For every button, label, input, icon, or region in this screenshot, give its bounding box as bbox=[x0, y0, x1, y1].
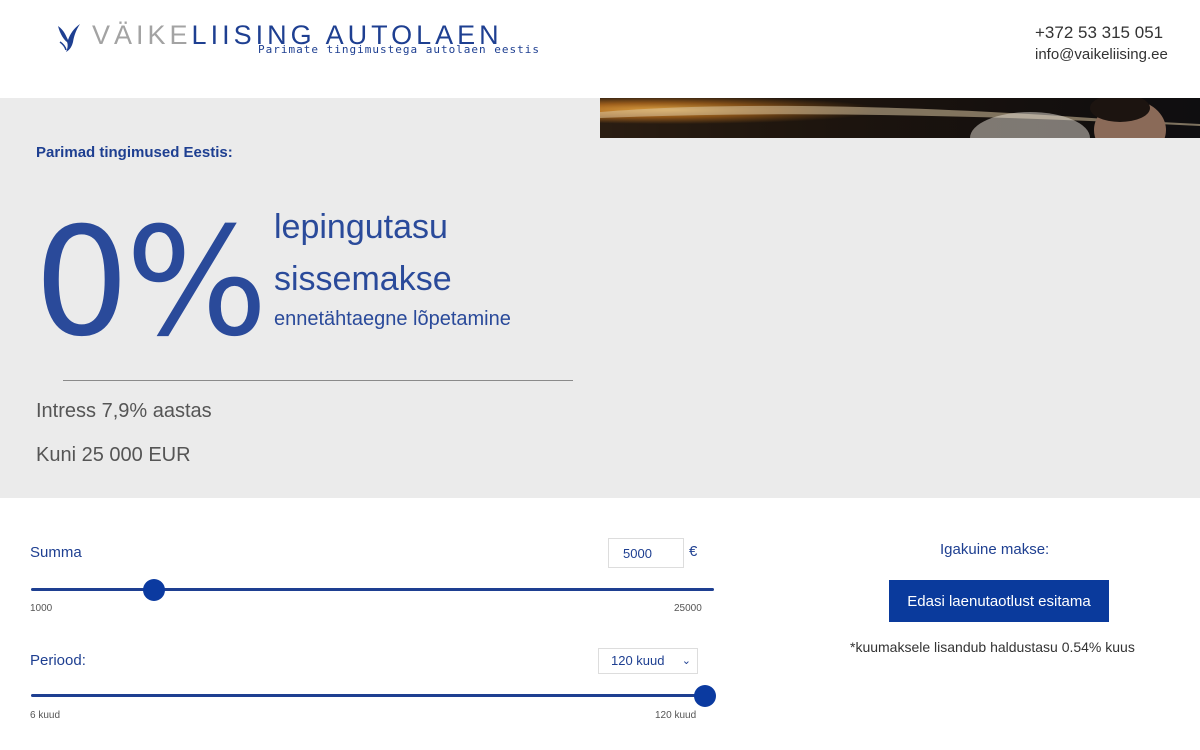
feature-early-termination: ennetähtaegne lõpetamine bbox=[274, 308, 511, 330]
amount-min-label: 1000 bbox=[30, 603, 53, 614]
hero-lead: Parimad tingimused Eestis: bbox=[36, 144, 233, 161]
bird-logo-icon bbox=[58, 24, 80, 52]
period-max-label: 120 kuud bbox=[655, 710, 697, 721]
currency-symbol: € bbox=[689, 543, 698, 560]
feature-down-payment: sissemakse bbox=[274, 260, 452, 298]
phone-link[interactable]: +372 53 315 051 bbox=[1035, 22, 1185, 44]
amount-slider-track[interactable] bbox=[31, 588, 714, 591]
monthly-payment-label: Igakuine makse: bbox=[940, 541, 1050, 558]
amount-slider-handle[interactable] bbox=[143, 579, 166, 601]
amount-label: Summa bbox=[30, 544, 82, 561]
zero-percent-headline: 0% bbox=[34, 196, 268, 370]
feature-contract-fee: lepingutasu bbox=[274, 208, 448, 246]
hero-photo bbox=[600, 98, 1200, 138]
interest-rate: Intress 7,9% aastas bbox=[36, 400, 212, 422]
site-header: VÄIKELIISING AUTOLAEN Parimate tingimust… bbox=[0, 0, 1200, 98]
hero-divider bbox=[63, 380, 573, 381]
logo-word-part1: VÄIKE bbox=[92, 20, 192, 50]
site-logo[interactable]: VÄIKELIISING AUTOLAEN Parimate tingimust… bbox=[56, 18, 539, 62]
period-select[interactable]: 120 kuud ⌄ bbox=[598, 648, 698, 674]
max-amount: Kuni 25 000 EUR bbox=[36, 444, 191, 466]
chevron-down-icon: ⌄ bbox=[681, 655, 691, 667]
hero-section: Parimad tingimused Eestis: 0% lepingutas… bbox=[0, 98, 1200, 498]
contact-info: +372 53 315 051 info@vaikeliising.ee bbox=[1035, 22, 1185, 66]
hero-photo-image bbox=[600, 98, 1200, 138]
period-label: Periood: bbox=[30, 652, 86, 669]
period-slider-handle[interactable] bbox=[694, 685, 716, 707]
amount-max-label: 25000 bbox=[674, 603, 702, 614]
submit-application-button[interactable]: Edasi laenutaotlust esitama bbox=[889, 580, 1109, 622]
period-slider-track[interactable] bbox=[31, 694, 714, 697]
logo-tagline: Parimate tingimustega autolaen eestis bbox=[258, 43, 541, 56]
period-min-label: 6 kuud bbox=[30, 710, 61, 721]
period-select-value: 120 kuud bbox=[611, 653, 665, 668]
admin-fee-note: *kuumaksele lisandub haldustasu 0.54% ku… bbox=[850, 639, 1135, 655]
email-link[interactable]: info@vaikeliising.ee bbox=[1035, 44, 1185, 66]
amount-input[interactable] bbox=[608, 538, 684, 568]
